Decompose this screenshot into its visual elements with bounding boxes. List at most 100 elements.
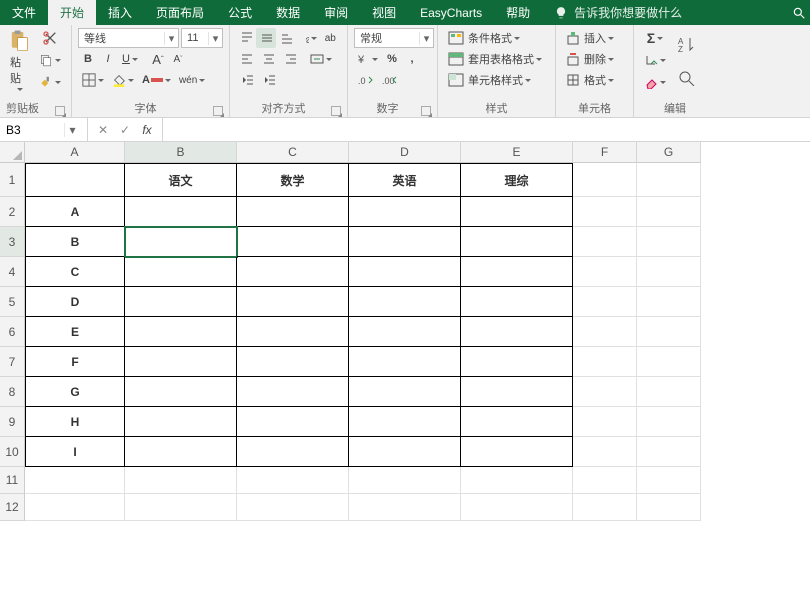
row-header-2[interactable]: 2 <box>0 197 25 227</box>
cell-D1[interactable]: 英语 <box>349 163 461 197</box>
cell-B4[interactable] <box>125 257 237 287</box>
tab-page-layout[interactable]: 页面布局 <box>144 0 216 25</box>
row-header-1[interactable]: 1 <box>0 163 25 197</box>
font-dialog-launcher[interactable] <box>213 106 223 116</box>
cell-F1[interactable] <box>573 163 637 197</box>
cell-D11[interactable] <box>349 467 461 494</box>
decrease-font-button[interactable]: Aˇ <box>168 49 188 69</box>
cell-F8[interactable] <box>573 377 637 407</box>
cell-F10[interactable] <box>573 437 637 467</box>
paste-button[interactable]: 粘贴 <box>6 28 31 92</box>
cell-G12[interactable] <box>637 494 701 521</box>
clear-button[interactable] <box>640 72 670 92</box>
cell-G6[interactable] <box>637 317 701 347</box>
name-box-dropdown[interactable]: ▾ <box>64 123 80 137</box>
currency-button[interactable]: ¥ <box>354 49 382 69</box>
col-header-D[interactable]: D <box>349 142 461 163</box>
cell-E12[interactable] <box>461 494 573 521</box>
cell-F11[interactable] <box>573 467 637 494</box>
cell-D10[interactable] <box>349 437 461 467</box>
cell-G9[interactable] <box>637 407 701 437</box>
cell-F7[interactable] <box>573 347 637 377</box>
cell-B10[interactable] <box>125 437 237 467</box>
cell-D4[interactable] <box>349 257 461 287</box>
cell-A11[interactable] <box>25 467 125 494</box>
cut-button[interactable] <box>35 28 65 48</box>
cell-A7[interactable]: F <box>25 347 125 377</box>
name-box[interactable]: ▾ <box>0 118 88 141</box>
cell-F4[interactable] <box>573 257 637 287</box>
cell-E9[interactable] <box>461 407 573 437</box>
tab-help[interactable]: 帮助 <box>494 0 542 25</box>
cell-A10[interactable]: I <box>25 437 125 467</box>
row-header-5[interactable]: 5 <box>0 287 25 317</box>
cell-D5[interactable] <box>349 287 461 317</box>
cell-B5[interactable] <box>125 287 237 317</box>
cell-A2[interactable]: A <box>25 197 125 227</box>
cell-E1[interactable]: 理综 <box>461 163 573 197</box>
align-bottom-button[interactable] <box>276 28 296 48</box>
cell-A4[interactable]: C <box>25 257 125 287</box>
cancel-formula-button[interactable]: ✕ <box>92 123 114 137</box>
sort-filter-button[interactable]: AZ <box>674 28 700 60</box>
conditional-format-button[interactable]: 条件格式 <box>444 28 552 48</box>
cell-G2[interactable] <box>637 197 701 227</box>
tab-file[interactable]: 文件 <box>0 0 48 25</box>
cell-C4[interactable] <box>237 257 349 287</box>
cell-B9[interactable] <box>125 407 237 437</box>
cell-F3[interactable] <box>573 227 637 257</box>
format-cells-button[interactable]: 格式 <box>562 70 630 90</box>
cell-D6[interactable] <box>349 317 461 347</box>
cell-E2[interactable] <box>461 197 573 227</box>
cell-F12[interactable] <box>573 494 637 521</box>
cell-F2[interactable] <box>573 197 637 227</box>
cell-B2[interactable] <box>125 197 237 227</box>
align-left-button[interactable] <box>236 49 258 69</box>
cell-F9[interactable] <box>573 407 637 437</box>
cell-C6[interactable] <box>237 317 349 347</box>
cell-D8[interactable] <box>349 377 461 407</box>
cell-B7[interactable] <box>125 347 237 377</box>
cell-G4[interactable] <box>637 257 701 287</box>
row-header-12[interactable]: 12 <box>0 494 25 521</box>
font-name-select[interactable]: 等线▾ <box>78 28 179 48</box>
select-all-corner[interactable] <box>0 142 25 163</box>
orientation-button[interactable]: ab <box>299 28 321 48</box>
cell-C1[interactable]: 数学 <box>237 163 349 197</box>
col-header-C[interactable]: C <box>237 142 349 163</box>
format-as-table-button[interactable]: 套用表格格式 <box>444 49 552 69</box>
col-header-A[interactable]: A <box>25 142 125 163</box>
copy-button[interactable] <box>35 50 65 70</box>
clipboard-dialog-launcher[interactable] <box>55 106 65 116</box>
cell-C10[interactable] <box>237 437 349 467</box>
fx-button[interactable]: fx <box>136 123 158 137</box>
row-header-10[interactable]: 10 <box>0 437 25 467</box>
cell-F6[interactable] <box>573 317 637 347</box>
formula-input[interactable] <box>163 118 810 141</box>
tab-formulas[interactable]: 公式 <box>216 0 264 25</box>
indent-increase-button[interactable] <box>258 70 280 90</box>
find-select-button[interactable] <box>674 62 700 94</box>
align-right-button[interactable] <box>280 49 302 69</box>
cell-E11[interactable] <box>461 467 573 494</box>
wrap-text-button[interactable]: ab <box>321 28 341 48</box>
cell-C3[interactable] <box>237 227 349 257</box>
cell-A8[interactable]: G <box>25 377 125 407</box>
underline-button[interactable]: U <box>118 49 142 69</box>
insert-cells-button[interactable]: 插入 <box>562 28 630 48</box>
cell-E5[interactable] <box>461 287 573 317</box>
cell-E3[interactable] <box>461 227 573 257</box>
cell-G5[interactable] <box>637 287 701 317</box>
cell-styles-button[interactable]: 单元格样式 <box>444 70 552 90</box>
cell-B6[interactable] <box>125 317 237 347</box>
cell-C12[interactable] <box>237 494 349 521</box>
cell-C2[interactable] <box>237 197 349 227</box>
row-header-9[interactable]: 9 <box>0 407 25 437</box>
indent-decrease-button[interactable] <box>236 70 258 90</box>
cell-G3[interactable] <box>637 227 701 257</box>
cell-B8[interactable] <box>125 377 237 407</box>
cell-B1[interactable]: 语文 <box>125 163 237 197</box>
row-header-8[interactable]: 8 <box>0 377 25 407</box>
name-box-input[interactable] <box>0 123 64 137</box>
confirm-formula-button[interactable]: ✓ <box>114 123 136 137</box>
